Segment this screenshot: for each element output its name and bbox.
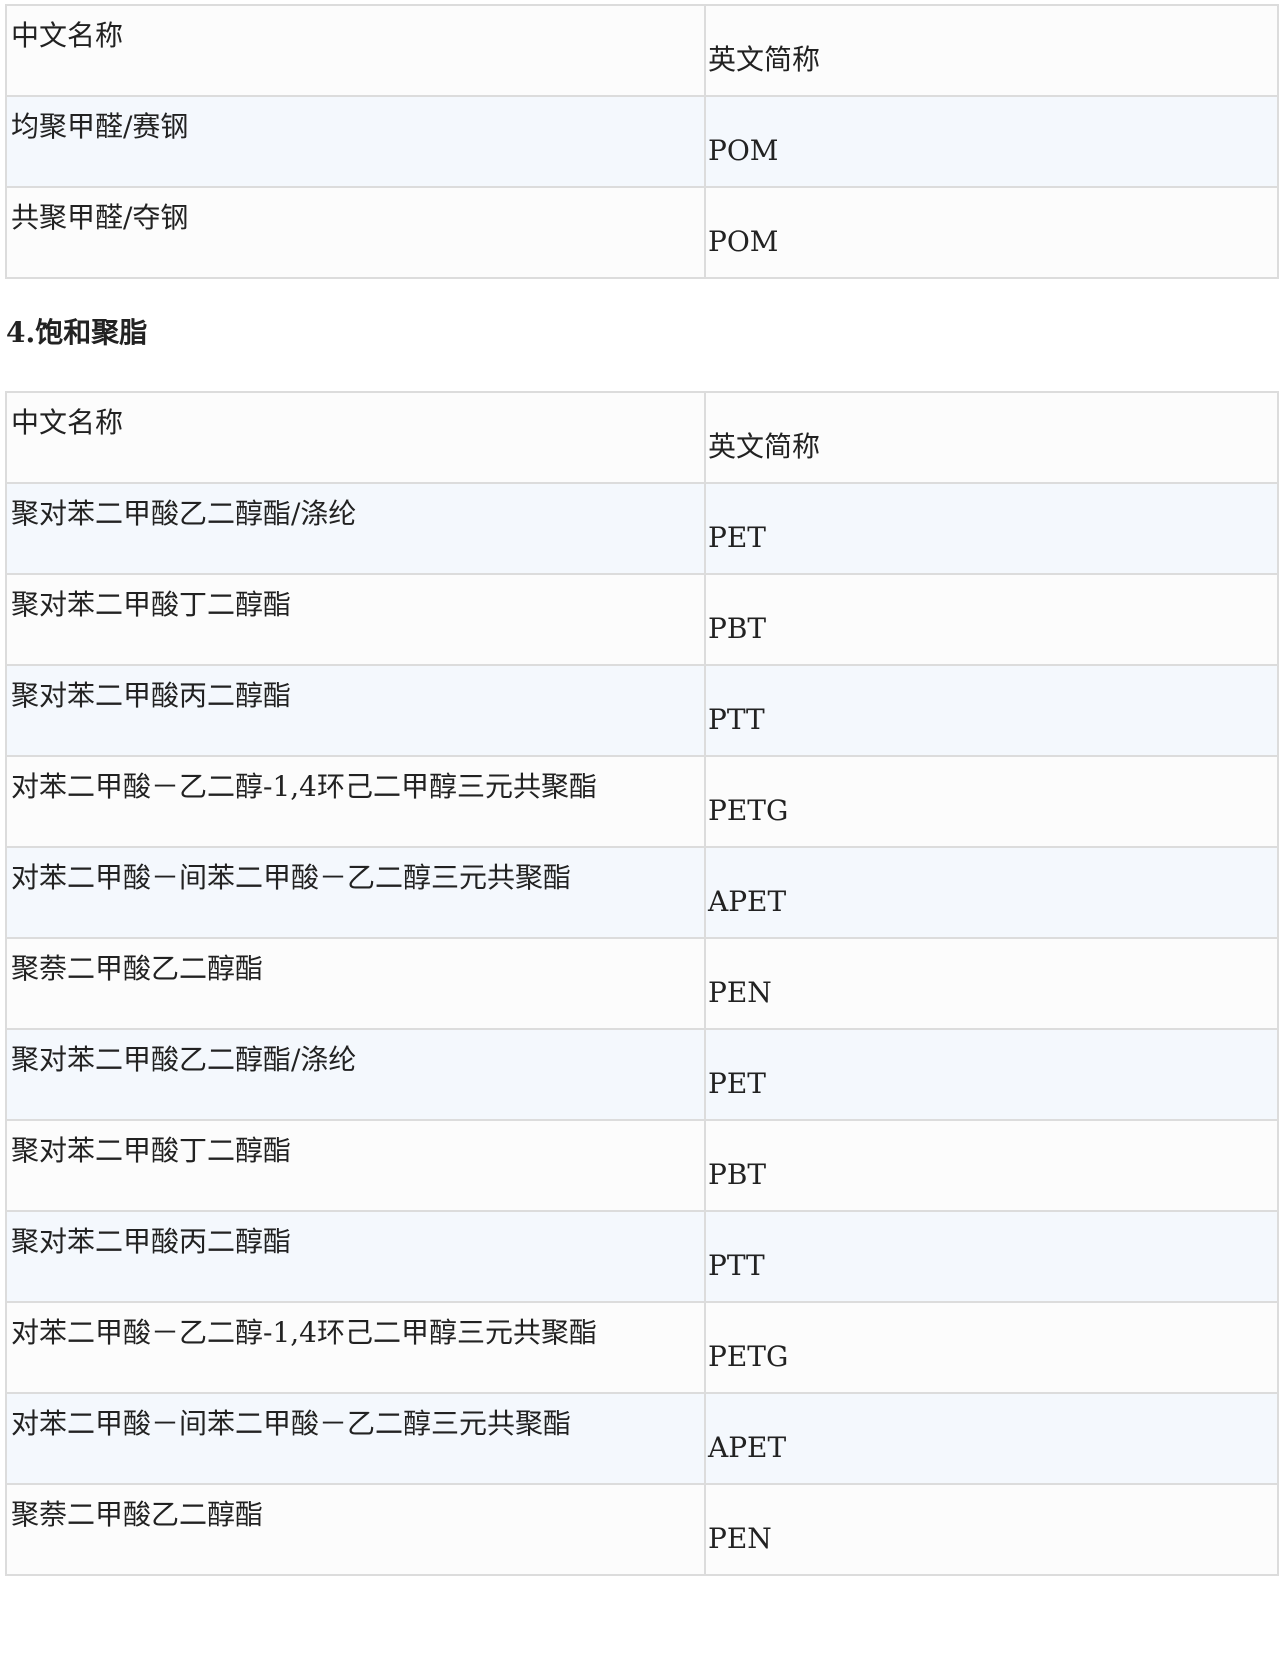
table-row: 聚对苯二甲酸丙二醇酯 PTT (5, 664, 1279, 757)
table-row: 聚萘二甲酸乙二醇酯 PEN (5, 1483, 1279, 1576)
table-row: 均聚甲醛/赛钢 POM (5, 95, 1279, 188)
document-body: 中文名称 英文简称 均聚甲醛/赛钢 POM 共聚甲醛/夺钢 POM 4.饱和聚脂… (5, 4, 1279, 1576)
header-cell-chinese-name: 中文名称 (5, 4, 706, 97)
table-row: 对苯二甲酸－乙二醇-1,4环己二甲醇三元共聚酯 PETG (5, 1301, 1279, 1394)
chinese-name-cell: 对苯二甲酸－间苯二甲酸－乙二醇三元共聚酯 (5, 846, 706, 939)
chinese-name-text: 聚对苯二甲酸乙二醇酯/涤纶 (11, 1043, 357, 1076)
chinese-name-text: 聚萘二甲酸乙二醇酯 (11, 1498, 264, 1531)
chinese-name-text: 聚对苯二甲酸丁二醇酯 (11, 1134, 292, 1167)
chinese-name-text: 共聚甲醛/夺钢 (11, 201, 189, 234)
english-abbr-text: PETG (708, 1340, 789, 1373)
english-abbr-text: PTT (708, 1249, 765, 1282)
chinese-name-text: 均聚甲醛/赛钢 (11, 110, 189, 143)
english-abbr-cell: PET (704, 1028, 1279, 1121)
chinese-name-text: 对苯二甲酸－间苯二甲酸－乙二醇三元共聚酯 (11, 1407, 572, 1440)
table-row: 对苯二甲酸－间苯二甲酸－乙二醇三元共聚酯 APET (5, 1392, 1279, 1485)
chinese-name-cell: 对苯二甲酸－间苯二甲酸－乙二醇三元共聚酯 (5, 1392, 706, 1485)
header-label-english-abbr: 英文简称 (708, 430, 821, 463)
table-row: 聚对苯二甲酸丙二醇酯 PTT (5, 1210, 1279, 1303)
chinese-name-cell: 对苯二甲酸－乙二醇-1,4环己二甲醇三元共聚酯 (5, 1301, 706, 1394)
chinese-name-cell: 聚萘二甲酸乙二醇酯 (5, 1483, 706, 1576)
english-abbr-cell: PTT (704, 1210, 1279, 1303)
english-abbr-text: PETG (708, 794, 789, 827)
chinese-name-text: 聚对苯二甲酸乙二醇酯/涤纶 (11, 497, 357, 530)
header-label-english-abbr: 英文简称 (708, 43, 821, 76)
english-abbr-cell: PET (704, 482, 1279, 575)
header-label-chinese-name: 中文名称 (11, 19, 124, 52)
polyformaldehyde-table: 中文名称 英文简称 均聚甲醛/赛钢 POM 共聚甲醛/夺钢 POM (5, 4, 1279, 279)
table-row: 聚对苯二甲酸丁二醇酯 PBT (5, 573, 1279, 666)
table-row: 聚萘二甲酸乙二醇酯 PEN (5, 937, 1279, 1030)
table-header-row: 中文名称 英文简称 (5, 391, 1279, 484)
chinese-name-text: 聚对苯二甲酸丙二醇酯 (11, 1225, 292, 1258)
table-row: 共聚甲醛/夺钢 POM (5, 186, 1279, 279)
table-row: 对苯二甲酸－间苯二甲酸－乙二醇三元共聚酯 APET (5, 846, 1279, 939)
english-abbr-text: PTT (708, 703, 765, 736)
chinese-name-text: 对苯二甲酸－乙二醇-1,4环己二甲醇三元共聚酯 (11, 770, 597, 803)
english-abbr-text: PET (708, 1067, 766, 1100)
table-row: 对苯二甲酸－乙二醇-1,4环己二甲醇三元共聚酯 PETG (5, 755, 1279, 848)
english-abbr-text: PEN (708, 976, 772, 1009)
chinese-name-text: 聚对苯二甲酸丙二醇酯 (11, 679, 292, 712)
english-abbr-cell: PTT (704, 664, 1279, 757)
english-abbr-text: PEN (708, 1522, 772, 1555)
chinese-name-cell: 聚对苯二甲酸丙二醇酯 (5, 664, 706, 757)
table-row: 聚对苯二甲酸乙二醇酯/涤纶 PET (5, 482, 1279, 575)
chinese-name-text: 聚萘二甲酸乙二醇酯 (11, 952, 264, 985)
chinese-name-cell: 均聚甲醛/赛钢 (5, 95, 706, 188)
chinese-name-cell: 聚对苯二甲酸丙二醇酯 (5, 1210, 706, 1303)
chinese-name-cell: 聚对苯二甲酸丁二醇酯 (5, 1119, 706, 1212)
chinese-name-text: 聚对苯二甲酸丁二醇酯 (11, 588, 292, 621)
chinese-name-cell: 聚萘二甲酸乙二醇酯 (5, 937, 706, 1030)
chinese-name-text: 对苯二甲酸－乙二醇-1,4环己二甲醇三元共聚酯 (11, 1316, 597, 1349)
english-abbr-text: PET (708, 521, 766, 554)
english-abbr-cell: PETG (704, 1301, 1279, 1394)
english-abbr-text: APET (708, 1431, 787, 1464)
english-abbr-text: POM (708, 225, 779, 258)
english-abbr-text: PBT (708, 1158, 767, 1191)
english-abbr-text: APET (708, 885, 787, 918)
english-abbr-text: POM (708, 134, 779, 167)
saturated-polyester-table: 中文名称 英文简称 聚对苯二甲酸乙二醇酯/涤纶 PET 聚对苯二甲酸丁二醇酯 P… (5, 391, 1279, 1576)
english-abbr-cell: APET (704, 846, 1279, 939)
table-header-row: 中文名称 英文简称 (5, 4, 1279, 97)
header-cell-chinese-name: 中文名称 (5, 391, 706, 484)
english-abbr-cell: PEN (704, 937, 1279, 1030)
chinese-name-cell: 聚对苯二甲酸丁二醇酯 (5, 573, 706, 666)
chinese-name-cell: 聚对苯二甲酸乙二醇酯/涤纶 (5, 1028, 706, 1121)
header-cell-english-abbr: 英文简称 (704, 4, 1279, 97)
chinese-name-cell: 对苯二甲酸－乙二醇-1,4环己二甲醇三元共聚酯 (5, 755, 706, 848)
english-abbr-text: PBT (708, 612, 767, 645)
chinese-name-cell: 共聚甲醛/夺钢 (5, 186, 706, 279)
english-abbr-cell: PETG (704, 755, 1279, 848)
table-row: 聚对苯二甲酸乙二醇酯/涤纶 PET (5, 1028, 1279, 1121)
header-cell-english-abbr: 英文简称 (704, 391, 1279, 484)
english-abbr-cell: POM (704, 186, 1279, 279)
english-abbr-cell: PBT (704, 573, 1279, 666)
english-abbr-cell: POM (704, 95, 1279, 188)
english-abbr-cell: PEN (704, 1483, 1279, 1576)
chinese-name-cell: 聚对苯二甲酸乙二醇酯/涤纶 (5, 482, 706, 575)
table-row: 聚对苯二甲酸丁二醇酯 PBT (5, 1119, 1279, 1212)
section-heading: 4.饱和聚脂 (6, 316, 148, 349)
header-label-chinese-name: 中文名称 (11, 406, 124, 439)
chinese-name-text: 对苯二甲酸－间苯二甲酸－乙二醇三元共聚酯 (11, 861, 572, 894)
english-abbr-cell: PBT (704, 1119, 1279, 1212)
english-abbr-cell: APET (704, 1392, 1279, 1485)
